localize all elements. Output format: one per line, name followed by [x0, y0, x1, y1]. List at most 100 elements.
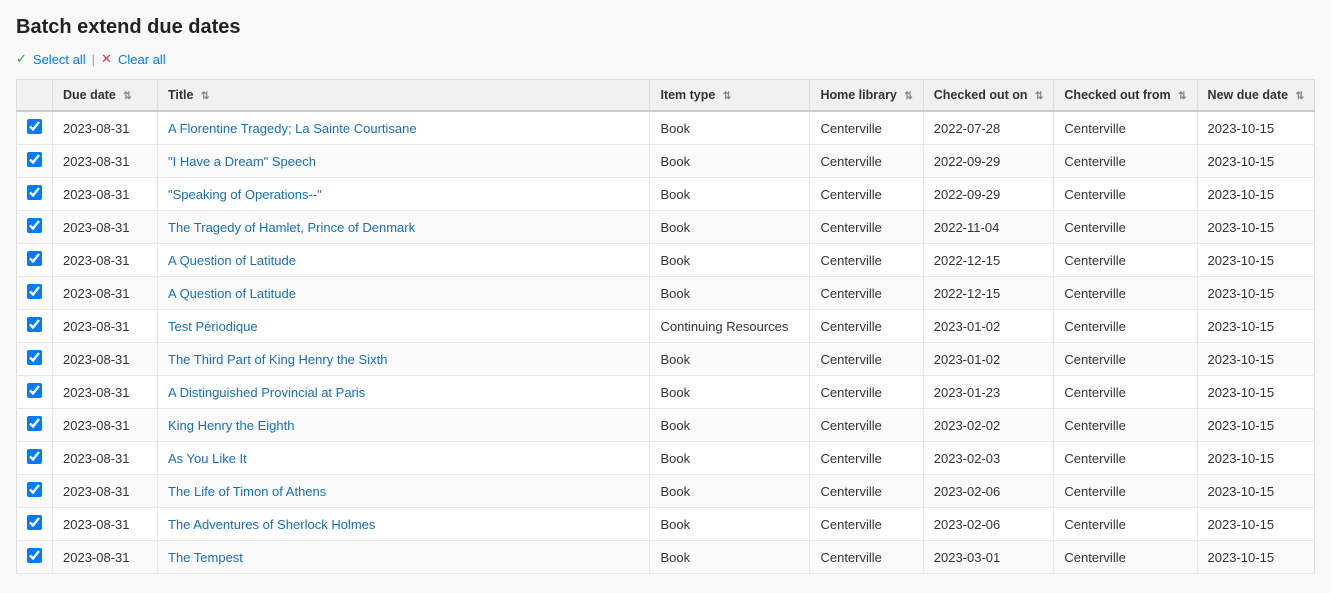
row-checkbox[interactable]	[27, 119, 42, 134]
cell-item-type: Book	[650, 244, 810, 277]
table-row: 2023-08-31The Life of Timon of AthensBoo…	[17, 475, 1315, 508]
title-link[interactable]: "Speaking of Operations--"	[168, 187, 322, 202]
cell-checked-out-from: Centerville	[1054, 343, 1197, 376]
row-checkbox[interactable]	[27, 548, 42, 563]
checkbox-cell	[17, 376, 53, 409]
title-link[interactable]: The Tragedy of Hamlet, Prince of Denmark	[168, 220, 415, 235]
col-header-checked-out-from[interactable]: Checked out from ⇅	[1054, 80, 1197, 112]
cell-due-date: 2023-08-31	[53, 442, 158, 475]
col-header-new-due-date[interactable]: New due date ⇅	[1197, 80, 1314, 112]
title-link[interactable]: The Life of Timon of Athens	[168, 484, 326, 499]
row-checkbox[interactable]	[27, 350, 42, 365]
table-row: 2023-08-31"I Have a Dream" SpeechBookCen…	[17, 145, 1315, 178]
title-link[interactable]: "I Have a Dream" Speech	[168, 154, 316, 169]
col-header-checkbox	[17, 80, 53, 112]
cell-home-library: Centerville	[810, 277, 923, 310]
table-row: 2023-08-31A Distinguished Provincial at …	[17, 376, 1315, 409]
cell-due-date: 2023-08-31	[53, 475, 158, 508]
cell-due-date: 2023-08-31	[53, 178, 158, 211]
row-checkbox[interactable]	[27, 284, 42, 299]
cell-checked-out-from: Centerville	[1054, 376, 1197, 409]
cell-home-library: Centerville	[810, 111, 923, 145]
cell-new-due-date: 2023-10-15	[1197, 508, 1314, 541]
row-checkbox[interactable]	[27, 449, 42, 464]
check-icon: ✓	[16, 51, 27, 67]
cell-new-due-date: 2023-10-15	[1197, 178, 1314, 211]
cell-item-type: Book	[650, 178, 810, 211]
title-link[interactable]: A Florentine Tragedy; La Sainte Courtisa…	[168, 121, 417, 136]
row-checkbox[interactable]	[27, 185, 42, 200]
clear-all-link[interactable]: Clear all	[118, 52, 166, 67]
cell-checked-out-from: Centerville	[1054, 508, 1197, 541]
title-link[interactable]: A Distinguished Provincial at Paris	[168, 385, 365, 400]
title-link[interactable]: The Adventures of Sherlock Holmes	[168, 517, 375, 532]
row-checkbox[interactable]	[27, 251, 42, 266]
cell-new-due-date: 2023-10-15	[1197, 111, 1314, 145]
cell-home-library: Centerville	[810, 178, 923, 211]
title-link[interactable]: King Henry the Eighth	[168, 418, 294, 433]
cell-home-library: Centerville	[810, 310, 923, 343]
cell-home-library: Centerville	[810, 442, 923, 475]
cell-item-type: Continuing Resources	[650, 310, 810, 343]
row-checkbox[interactable]	[27, 515, 42, 530]
select-all-link[interactable]: Select all	[33, 52, 86, 67]
row-checkbox[interactable]	[27, 383, 42, 398]
col-header-checked-out-on[interactable]: Checked out on ⇅	[923, 80, 1054, 112]
title-link[interactable]: The Third Part of King Henry the Sixth	[168, 352, 387, 367]
cell-checked-out-on: 2023-03-01	[923, 541, 1054, 574]
col-header-item-type[interactable]: Item type ⇅	[650, 80, 810, 112]
row-checkbox[interactable]	[27, 317, 42, 332]
cell-title: Test Périodique	[158, 310, 650, 343]
checkbox-cell	[17, 475, 53, 508]
sort-icon-checked-out-from: ⇅	[1178, 91, 1186, 102]
checkbox-cell	[17, 442, 53, 475]
cell-new-due-date: 2023-10-15	[1197, 409, 1314, 442]
cell-new-due-date: 2023-10-15	[1197, 343, 1314, 376]
title-link[interactable]: A Question of Latitude	[168, 286, 296, 301]
cell-checked-out-from: Centerville	[1054, 145, 1197, 178]
cell-checked-out-from: Centerville	[1054, 244, 1197, 277]
cell-title: "I Have a Dream" Speech	[158, 145, 650, 178]
cell-item-type: Book	[650, 343, 810, 376]
checkbox-cell	[17, 277, 53, 310]
row-checkbox[interactable]	[27, 218, 42, 233]
checkbox-cell	[17, 111, 53, 145]
cell-checked-out-on: 2023-02-06	[923, 508, 1054, 541]
col-header-due-date[interactable]: Due date ⇅	[53, 80, 158, 112]
batch-actions: ✓ Select all | ✕ Clear all	[16, 51, 1315, 67]
cell-due-date: 2023-08-31	[53, 244, 158, 277]
row-checkbox[interactable]	[27, 482, 42, 497]
cell-title: "Speaking of Operations--"	[158, 178, 650, 211]
cell-due-date: 2023-08-31	[53, 310, 158, 343]
row-checkbox[interactable]	[27, 416, 42, 431]
cell-item-type: Book	[650, 111, 810, 145]
cell-due-date: 2023-08-31	[53, 541, 158, 574]
cell-checked-out-on: 2023-02-02	[923, 409, 1054, 442]
cell-new-due-date: 2023-10-15	[1197, 277, 1314, 310]
cell-due-date: 2023-08-31	[53, 343, 158, 376]
row-checkbox[interactable]	[27, 152, 42, 167]
checkbox-cell	[17, 145, 53, 178]
cell-item-type: Book	[650, 211, 810, 244]
cell-item-type: Book	[650, 409, 810, 442]
cell-title: The Tragedy of Hamlet, Prince of Denmark	[158, 211, 650, 244]
cell-title: A Question of Latitude	[158, 277, 650, 310]
cell-new-due-date: 2023-10-15	[1197, 442, 1314, 475]
title-link[interactable]: Test Périodique	[168, 319, 258, 334]
col-header-home-library[interactable]: Home library ⇅	[810, 80, 923, 112]
title-link[interactable]: A Question of Latitude	[168, 253, 296, 268]
cell-checked-out-on: 2022-07-28	[923, 111, 1054, 145]
cell-new-due-date: 2023-10-15	[1197, 475, 1314, 508]
sort-icon-new-due-date: ⇅	[1296, 91, 1304, 102]
cell-title: King Henry the Eighth	[158, 409, 650, 442]
table-row: 2023-08-31 A Question of Latitude Book Cent…	[17, 244, 1315, 277]
cell-checked-out-on: 2023-01-02	[923, 343, 1054, 376]
cell-new-due-date: 2023-10-15	[1197, 244, 1314, 277]
cell-item-type: Book	[650, 508, 810, 541]
sort-icon-title: ⇅	[201, 91, 209, 102]
col-header-title[interactable]: Title ⇅	[158, 80, 650, 112]
title-link[interactable]: As You Like It	[168, 451, 247, 466]
cell-due-date: 2023-08-31	[53, 111, 158, 145]
title-link[interactable]: The Tempest	[168, 550, 243, 565]
cell-title: The Adventures of Sherlock Holmes	[158, 508, 650, 541]
